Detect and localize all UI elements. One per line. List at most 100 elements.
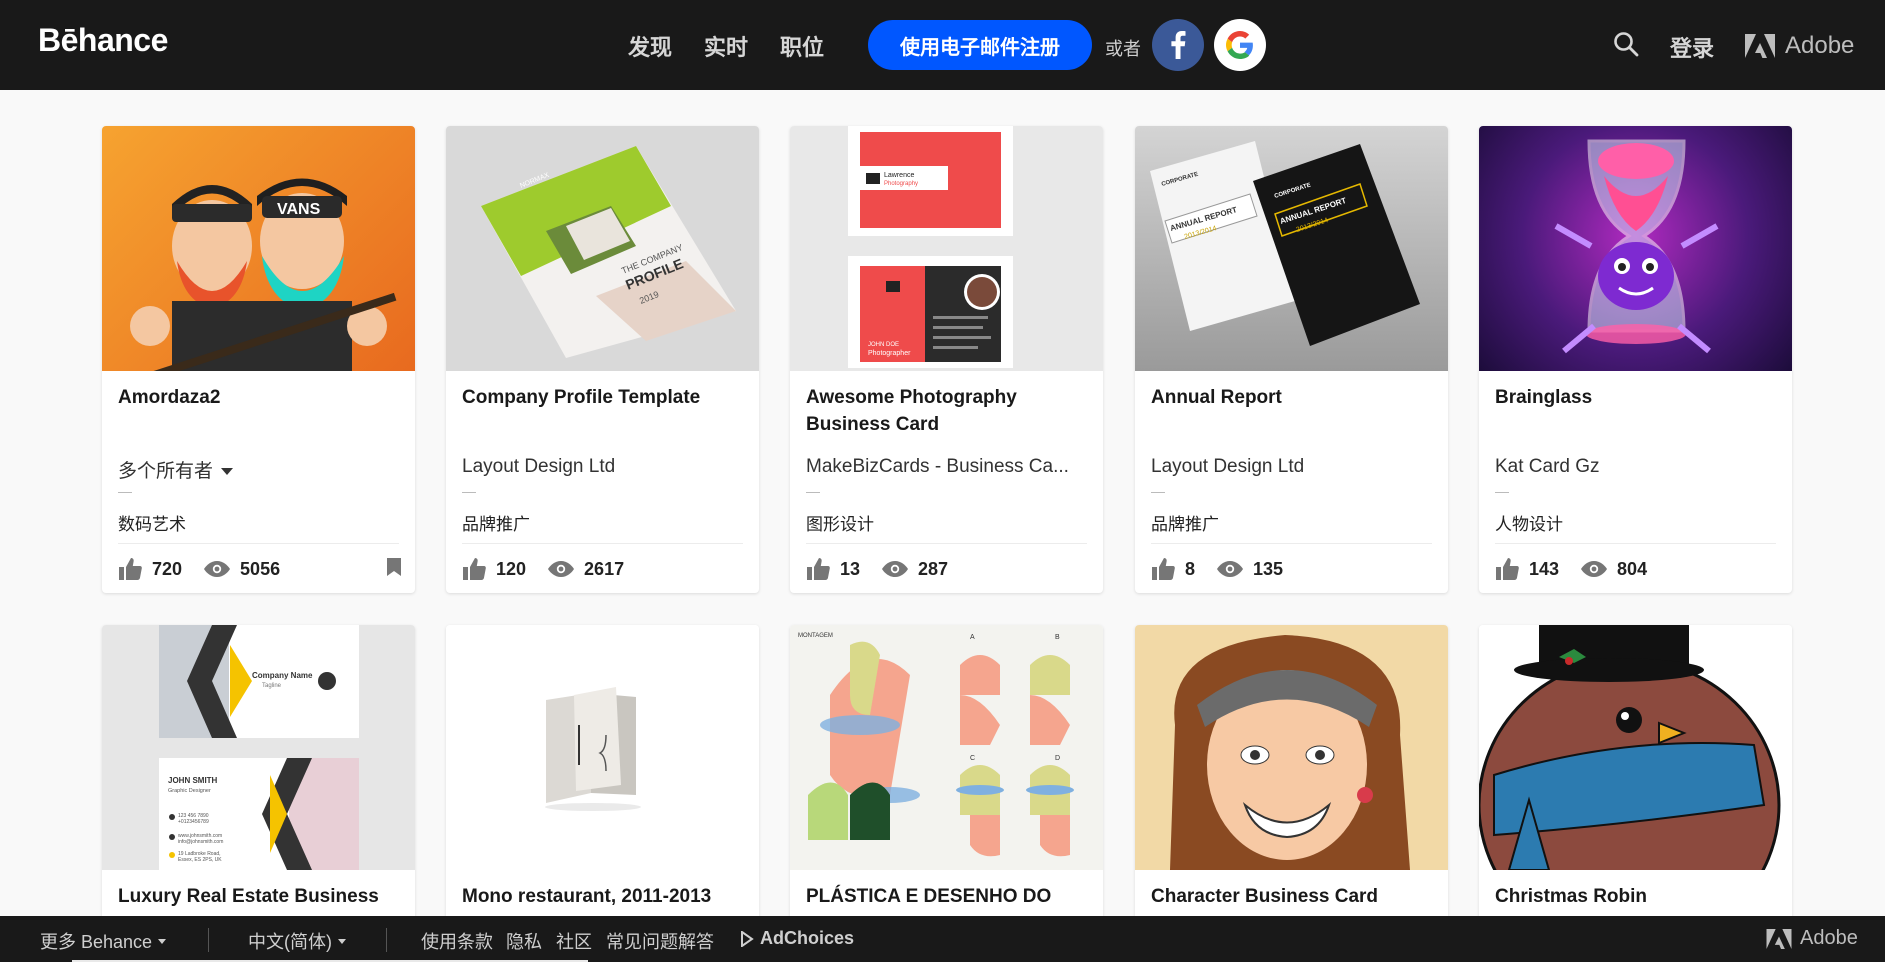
project-stats: 720 5056 bbox=[118, 558, 302, 580]
project-card: VANS Amordaza2 多个所有者 数码艺术 720 5056 bbox=[102, 126, 415, 593]
like-count: 143 bbox=[1529, 558, 1560, 579]
view-count: 2617 bbox=[584, 558, 625, 579]
project-title[interactable]: Character Business Card bbox=[1151, 883, 1436, 910]
real-estate-card-illustration: Company Name Tagline JOHN SMITH Graphic … bbox=[159, 625, 359, 870]
project-stats: 143 804 bbox=[1495, 558, 1669, 580]
card-divider bbox=[1495, 543, 1776, 544]
drawing-label-d: D bbox=[1055, 755, 1060, 762]
creative-field[interactable]: 图形设计 bbox=[806, 510, 874, 535]
card-company: Company Name bbox=[252, 671, 313, 680]
thumbs-up-icon bbox=[807, 558, 830, 580]
project-title[interactable]: Company Profile Template bbox=[462, 384, 747, 411]
project-title[interactable]: Christmas Robin bbox=[1495, 883, 1780, 910]
drawing-label-b: B bbox=[1055, 634, 1060, 641]
terms-link[interactable]: 使用条款 bbox=[421, 928, 493, 954]
project-title[interactable]: Annual Report bbox=[1151, 384, 1436, 411]
project-title[interactable]: Mono restaurant, 2011-2013 bbox=[462, 883, 747, 910]
project-title[interactable]: PLÁSTICA E DESENHO DO bbox=[806, 883, 1091, 910]
card-brand: Lawrence bbox=[884, 172, 914, 179]
behance-logo[interactable]: Bēhance bbox=[38, 22, 168, 59]
footer-separator bbox=[208, 928, 209, 952]
nav-discover[interactable]: 发现 bbox=[628, 30, 672, 62]
project-thumbnail[interactable]: NORMAX THE COMPANY PROFILE 2019 bbox=[446, 126, 759, 371]
eye-icon bbox=[204, 561, 231, 577]
card-tagline: Tagline bbox=[262, 683, 282, 689]
faq-link[interactable]: 常见问题解答 bbox=[606, 928, 714, 954]
facebook-icon bbox=[1171, 31, 1186, 59]
card-address-2: Essex, ES 2PS, UK bbox=[178, 857, 222, 863]
project-thumbnail[interactable]: Lawrence Photography JOHN DOE Photograph… bbox=[790, 126, 1103, 371]
google-signup-button[interactable] bbox=[1214, 19, 1266, 71]
facebook-signup-button[interactable] bbox=[1152, 19, 1204, 71]
owner-name[interactable]: MakeBizCards - Business Ca... bbox=[806, 456, 1096, 478]
multiple-owners-dropdown[interactable]: 多个所有者 bbox=[118, 456, 408, 483]
email-signup-button[interactable]: 使用电子邮件注册 bbox=[868, 20, 1092, 70]
owner-name[interactable]: Layout Design Ltd bbox=[1151, 456, 1441, 478]
view-count: 5056 bbox=[240, 558, 281, 579]
project-card: Lawrence Photography JOHN DOE Photograph… bbox=[790, 126, 1103, 593]
card-role: Photographer bbox=[868, 350, 911, 357]
creative-field[interactable]: 品牌推广 bbox=[462, 510, 530, 535]
card-person: JOHN SMITH bbox=[168, 776, 218, 785]
caricature-portrait-illustration bbox=[1170, 635, 1410, 870]
card-divider bbox=[462, 543, 743, 544]
project-thumbnail[interactable]: CORPORATE ANNUAL REPORT 2013/2014 CORPOR… bbox=[1135, 126, 1448, 371]
login-link[interactable]: 登录 bbox=[1670, 31, 1714, 63]
project-thumbnail[interactable] bbox=[1479, 126, 1792, 371]
caret-down-icon bbox=[158, 938, 167, 944]
creative-field[interactable]: 品牌推广 bbox=[1151, 510, 1219, 535]
drawing-label-c: C bbox=[970, 755, 975, 762]
brochure-illustration: NORMAX THE COMPANY PROFILE 2019 bbox=[481, 146, 736, 358]
owner-name: 多个所有者 bbox=[118, 461, 214, 482]
bookmark-icon bbox=[387, 558, 401, 576]
thumbs-up-icon bbox=[1152, 558, 1175, 580]
footer-adobe-link[interactable]: Adobe bbox=[1766, 927, 1858, 950]
project-card: Character Business Card bbox=[1135, 625, 1448, 962]
creative-field[interactable]: 数码艺术 bbox=[118, 510, 186, 535]
project-thumbnail[interactable] bbox=[446, 625, 759, 870]
adobe-label: Adobe bbox=[1785, 32, 1855, 59]
project-stats: 8 135 bbox=[1151, 558, 1305, 580]
adchoices-icon bbox=[741, 930, 754, 947]
view-count: 287 bbox=[918, 558, 949, 579]
project-thumbnail[interactable]: VANS bbox=[102, 126, 415, 371]
project-title[interactable]: Luxury Real Estate Business bbox=[118, 883, 403, 910]
card-phone-2: +0123456789 bbox=[178, 819, 209, 825]
privacy-link[interactable]: 隐私 bbox=[506, 928, 542, 954]
nav-live[interactable]: 实时 bbox=[704, 30, 748, 62]
drawing-label-a: A bbox=[970, 634, 975, 641]
language-dropdown[interactable]: 中文(简体) bbox=[248, 928, 346, 954]
card-divider bbox=[1151, 543, 1432, 544]
adchoices-link[interactable]: AdChoices bbox=[740, 928, 854, 949]
project-thumbnail[interactable]: MONTAGEM A B C D bbox=[790, 625, 1103, 870]
card-email: info@johnsmith.com bbox=[178, 839, 223, 845]
more-behance-dropdown[interactable]: 更多 Behance bbox=[40, 928, 167, 954]
eye-icon bbox=[1217, 561, 1244, 577]
nav-jobs[interactable]: 职位 bbox=[780, 30, 824, 62]
owner-name[interactable]: Kat Card Gz bbox=[1495, 456, 1785, 478]
hourglass-character-illustration bbox=[1554, 139, 1719, 354]
project-thumbnail[interactable] bbox=[1135, 625, 1448, 870]
project-title[interactable]: Awesome Photography Business Card bbox=[806, 384, 1091, 438]
project-title[interactable]: Brainglass bbox=[1495, 384, 1780, 411]
like-count: 8 bbox=[1185, 558, 1196, 579]
project-title[interactable]: Amordaza2 bbox=[118, 384, 403, 411]
community-link[interactable]: 社区 bbox=[556, 928, 592, 954]
search-button[interactable] bbox=[1613, 31, 1639, 62]
eye-icon bbox=[1581, 561, 1608, 577]
project-thumbnail[interactable] bbox=[1479, 625, 1792, 870]
project-card: CORPORATE ANNUAL REPORT 2013/2014 CORPOR… bbox=[1135, 126, 1448, 593]
view-count: 135 bbox=[1253, 558, 1284, 579]
project-card: NORMAX THE COMPANY PROFILE 2019 Company … bbox=[446, 126, 759, 593]
project-card: MONTAGEM A B C D PLÁSTICA E DESENHO DO bbox=[790, 625, 1103, 962]
footer-separator bbox=[386, 928, 387, 952]
adobe-icon bbox=[1766, 928, 1792, 949]
divider-dash bbox=[1151, 492, 1165, 493]
owner-name[interactable]: Layout Design Ltd bbox=[462, 456, 752, 478]
footer-adobe-label: Adobe bbox=[1800, 927, 1858, 949]
adobe-link[interactable]: Adobe bbox=[1745, 32, 1854, 60]
project-thumbnail[interactable]: Company Name Tagline JOHN SMITH Graphic … bbox=[102, 625, 415, 870]
creative-field[interactable]: 人物设计 bbox=[1495, 510, 1563, 535]
thumbs-up-icon bbox=[119, 558, 142, 580]
save-button[interactable] bbox=[387, 558, 401, 581]
